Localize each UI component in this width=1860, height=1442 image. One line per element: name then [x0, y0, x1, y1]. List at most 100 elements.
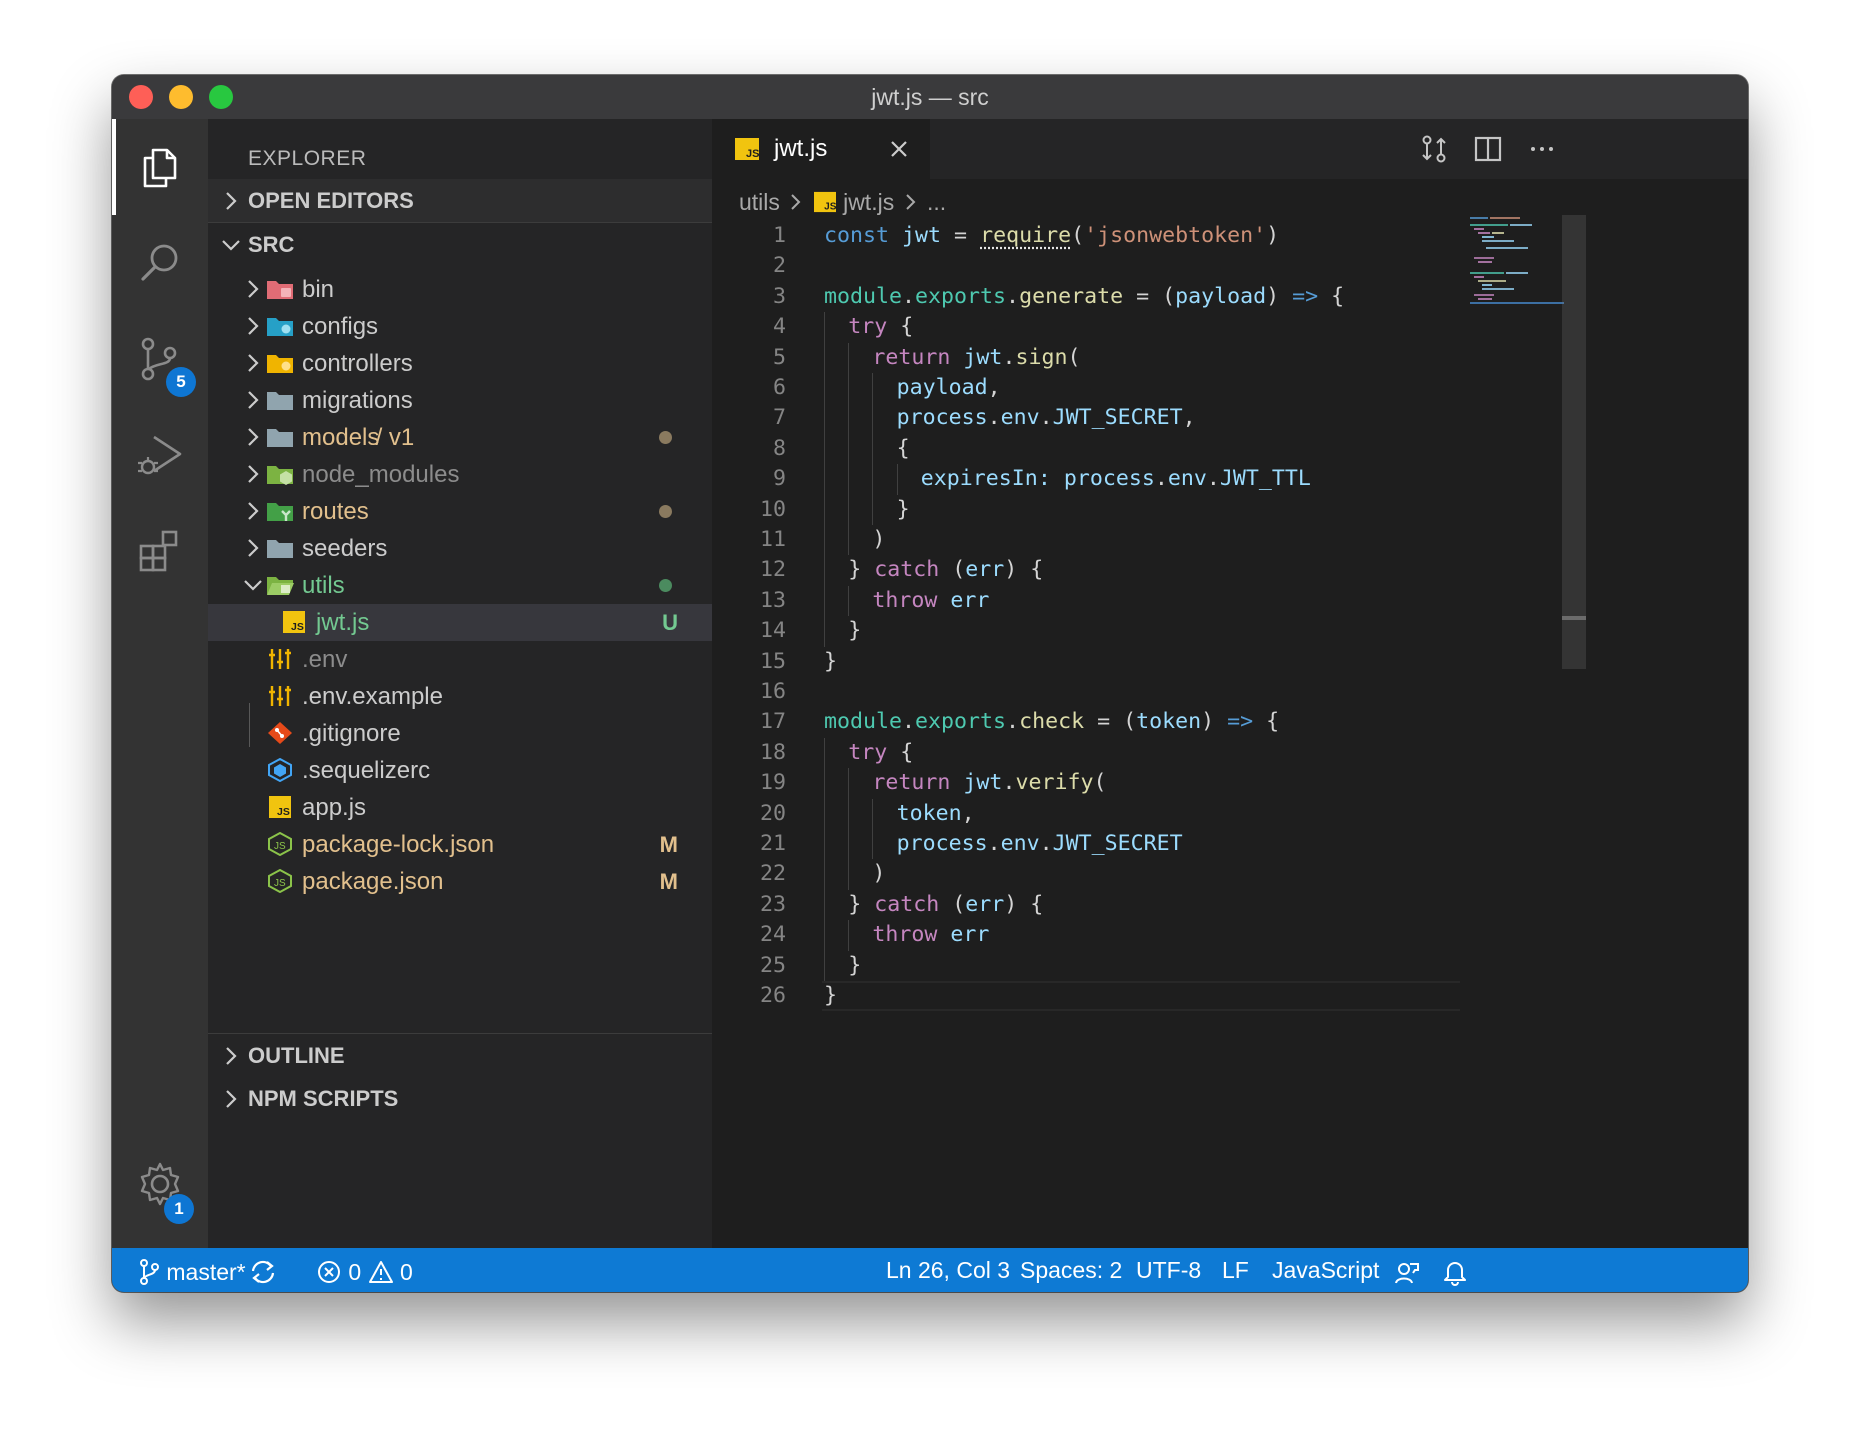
tree-item-package-lock-json[interactable]: JS package-lock.json M	[208, 826, 712, 863]
activity-explorer[interactable]	[112, 119, 208, 215]
tree-item-package-json[interactable]: JS package.json M	[208, 863, 712, 900]
tree-item-label: .gitignore	[302, 720, 401, 747]
section-src[interactable]: SRC	[208, 223, 712, 267]
line-content: {	[897, 434, 910, 464]
close-icon[interactable]	[886, 136, 912, 162]
code-token: )	[872, 527, 886, 552]
status-encoding[interactable]: UTF-8	[1136, 1248, 1201, 1292]
line-number: 3	[772, 283, 786, 309]
explorer-sidebar: EXPLORER OPEN EDITORS SRC bin configs cont…	[208, 119, 712, 1248]
activity-search[interactable]	[112, 215, 208, 311]
git-status-badge: M	[659, 832, 678, 857]
tree-item-configs[interactable]: configs	[208, 308, 712, 345]
status-indentation[interactable]: Spaces: 2	[1020, 1248, 1122, 1292]
activity-run-debug[interactable]	[112, 407, 208, 503]
tree-item-node-modules[interactable]: node_modules	[208, 456, 712, 493]
tree-item-label: models	[302, 424, 380, 451]
section-outline[interactable]: OUTLINE	[208, 1033, 712, 1077]
ellipsis-icon[interactable]	[1526, 133, 1558, 165]
code-token: {	[1318, 283, 1345, 309]
js-file-icon: JS	[283, 611, 305, 633]
code-token: (	[1071, 223, 1085, 248]
line-number: 15	[759, 648, 786, 674]
tab-jwt-js[interactable]: JS jwt.js	[712, 119, 930, 179]
close-window-button[interactable]	[129, 85, 153, 109]
code-token: {	[887, 739, 914, 765]
status-branch[interactable]: master*	[138, 1248, 246, 1292]
tree-item-app-js[interactable]: JS app.js	[208, 789, 712, 826]
code-token: expiresIn	[920, 466, 1038, 492]
tree-item-models[interactable]: models / v1	[208, 419, 712, 456]
tree-item-bin[interactable]: bin	[208, 271, 712, 308]
code-token: throw	[872, 922, 938, 948]
tree-item-label: utils	[302, 572, 345, 599]
tree-item-env[interactable]: .env	[208, 641, 712, 678]
split-editor-icon[interactable]	[1472, 133, 1504, 165]
indent-guide	[848, 494, 850, 525]
vertical-scrollbar-thumb[interactable]	[1562, 215, 1586, 669]
section-label: NPM SCRIPTS	[248, 1086, 399, 1111]
code-line: 12} catch (err) {	[712, 555, 1748, 586]
chevron-right-icon	[248, 280, 259, 298]
git-branch-icon	[140, 1258, 159, 1285]
code-line: 21 process.env.JWT_SECRET	[712, 829, 1748, 860]
tree-item-label: seeders	[302, 535, 388, 562]
line-content: } catch (err) {	[848, 890, 1043, 920]
code-token: err	[965, 891, 1005, 917]
compare-changes-icon[interactable]	[1418, 133, 1450, 165]
line-content: const jwt = require('jsonwebtoken')	[824, 221, 1279, 251]
tree-item-controllers[interactable]: controllers	[208, 345, 712, 382]
tree-item-label: package.json	[302, 868, 444, 895]
status-feedback[interactable]	[1394, 1248, 1420, 1292]
chevron-right-icon	[248, 354, 259, 372]
code-token: throw	[872, 587, 938, 613]
breadcrumb: utils JS jwt.js ...	[739, 179, 946, 221]
breadcrumb-file[interactable]: jwt.js	[843, 189, 894, 215]
tree-item-seeders[interactable]: seeders	[208, 530, 712, 567]
line-content: try {	[848, 738, 913, 768]
code-line: 26}	[712, 981, 1748, 1011]
section-npm-scripts[interactable]: NPM SCRIPTS	[208, 1077, 712, 1121]
activity-source-control[interactable]: 5	[112, 311, 208, 407]
folder-icon	[267, 429, 293, 447]
error-count: 0	[348, 1258, 362, 1285]
code-token: ,	[1182, 405, 1196, 431]
tree-item-label: routes	[302, 498, 369, 525]
status-eol[interactable]: LF	[1222, 1248, 1249, 1292]
breadcrumb-more[interactable]: ...	[927, 189, 946, 215]
indent-guide	[848, 433, 850, 465]
status-language[interactable]: JavaScript	[1272, 1248, 1379, 1292]
tree-item-gitignore[interactable]: .gitignore	[208, 715, 712, 752]
status-problems[interactable]: 0 0	[316, 1248, 413, 1292]
minimize-window-button[interactable]	[169, 85, 193, 109]
status-sync[interactable]	[248, 1248, 278, 1292]
code-token: (	[939, 557, 966, 583]
warning-icon	[368, 1260, 393, 1283]
tree-item-migrations[interactable]: migrations	[208, 382, 712, 419]
zoom-window-button[interactable]	[209, 85, 233, 109]
line-number: 20	[759, 800, 786, 826]
minimap[interactable]	[1468, 215, 1564, 305]
activity-extensions[interactable]	[112, 503, 208, 599]
status-cursor-position[interactable]: Ln 26, Col 3	[886, 1248, 1010, 1292]
code-line: 25}	[712, 950, 1748, 981]
svg-text:JS: JS	[291, 621, 304, 633]
status-notifications[interactable]	[1442, 1248, 1468, 1292]
section-open-editors[interactable]: OPEN EDITORS	[208, 179, 712, 223]
tree-item-routes[interactable]: routes	[208, 493, 712, 530]
breadcrumb-folder[interactable]: utils	[739, 189, 780, 215]
branch-name: master*	[166, 1258, 246, 1285]
tree-item-env-example[interactable]: .env.example	[208, 678, 712, 715]
line-number: 26	[759, 983, 786, 1008]
tree-item-utils[interactable]: utils	[208, 567, 712, 604]
tree-item-sequelizerc[interactable]: .sequelizerc	[208, 752, 712, 789]
code-token: }	[848, 557, 875, 583]
code-token: =>	[1292, 283, 1319, 309]
tree-item-jwt-js[interactable]: JS jwt.js U	[208, 604, 712, 641]
chevron-right-icon	[248, 428, 259, 446]
code-line: 22)	[712, 859, 1748, 890]
indent-guide	[872, 829, 874, 860]
activity-manage[interactable]: 1	[112, 1136, 208, 1232]
code-token: try	[848, 739, 888, 765]
